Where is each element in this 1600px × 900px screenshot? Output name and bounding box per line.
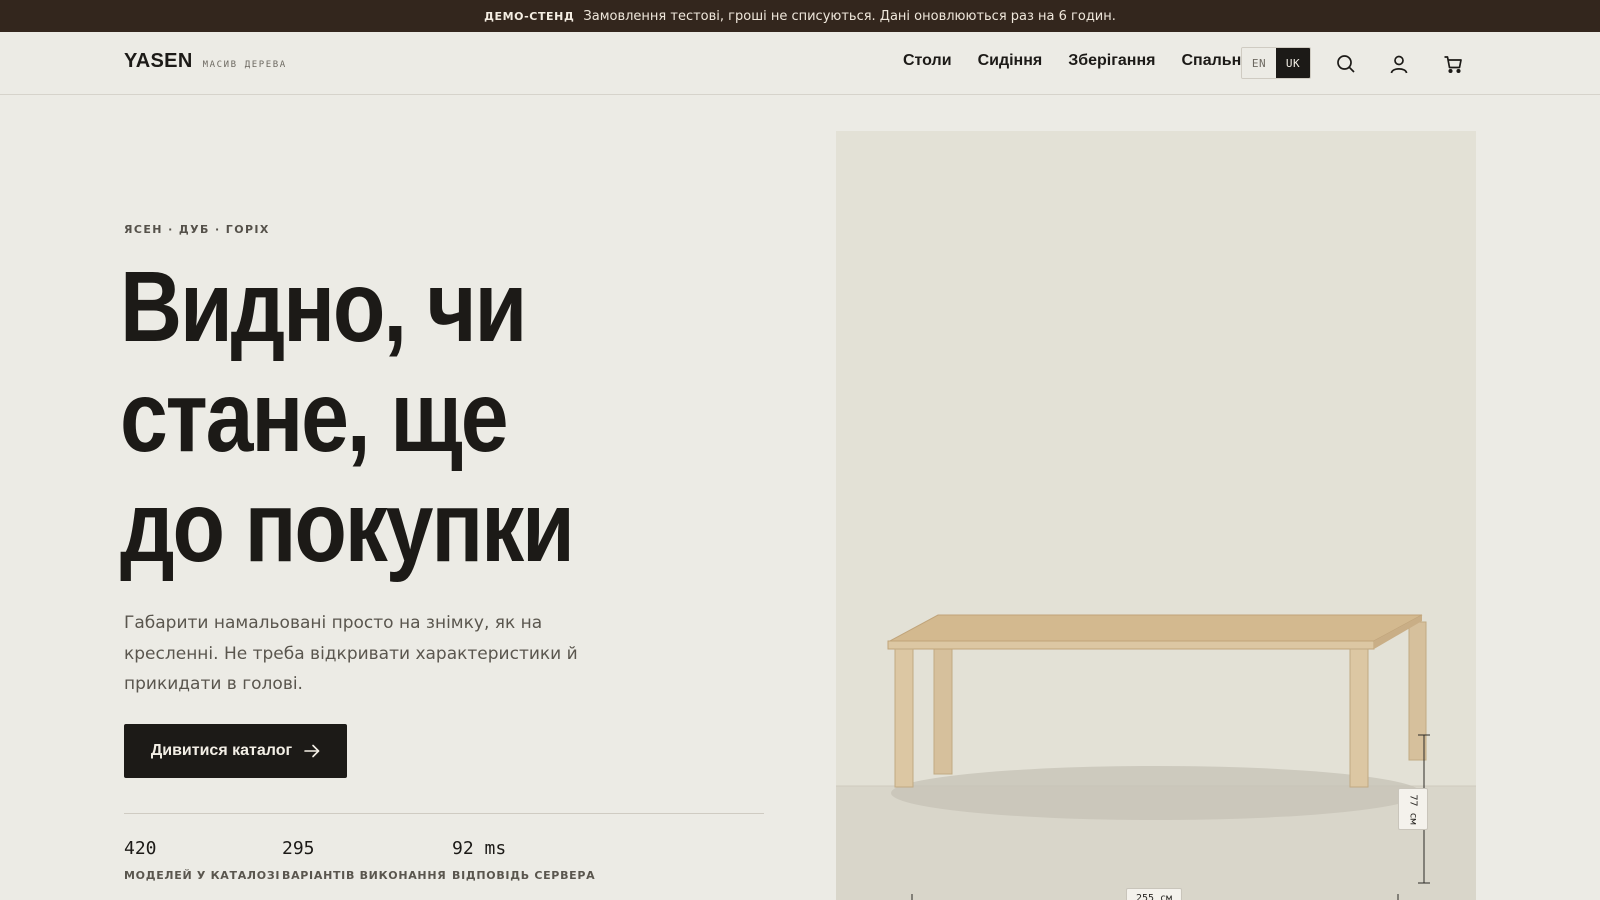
lang-option-uk[interactable]: UK [1276,48,1310,78]
hero-lead: Габарити намальовані просто на знімку, я… [124,613,578,694]
stats-divider [124,813,764,814]
width-dimension-label: 255 см [1126,888,1182,900]
stat-response-time: 92 ms ВІДПОВІДЬ СЕРВЕРА [452,838,595,882]
lang-option-en[interactable]: EN [1242,48,1276,78]
user-icon[interactable] [1388,53,1410,75]
height-dimension-text: 77 см [1407,793,1419,825]
nav-item-tables[interactable]: Столи [903,52,952,70]
hero-title-line: Видно, чи [120,251,527,363]
view-catalog-label: Дивитися каталог [150,742,293,759]
hero-product-image: 77 см 255 см [836,131,1476,900]
stat-value: 420 [124,838,157,859]
hero-title-line: до покупки [120,471,575,583]
demo-badge: ДЕМО-СТЕНД [484,9,575,23]
hero-title-line: стане, ще [120,361,509,473]
logo-tagline: МАСИВ ДЕРЕВА [202,60,287,70]
table-illustration [836,614,1476,900]
cart-icon[interactable] [1442,53,1464,75]
stat-label: ВІДПОВІДЬ СЕРВЕРА [452,869,596,882]
height-dimension-label: 77 см [1398,788,1428,830]
logo-wordmark: YASEN [124,50,193,72]
site-header: YASEN МАСИВ ДЕРЕВА Столи Сидіння Зберіга… [0,32,1600,95]
hero-eyebrow: ЯСЕН · ДУБ · ГОРІХ [124,223,270,236]
stat-label: ВАРІАНТІВ ВИКОНАННЯ [282,869,447,882]
nav-item-seating[interactable]: Сидіння [978,52,1043,70]
language-switcher: EN UK [1241,47,1311,79]
stat-value: 295 [282,838,315,859]
stat-value: 92 ms [452,838,507,859]
stat-label: МОДЕЛЕЙ У КАТАЛОЗІ [124,869,281,882]
view-catalog-button[interactable]: Дивитися каталог [124,724,347,778]
demo-banner-text: Замовлення тестові, гроші не списуються.… [583,8,1116,24]
nav-item-storage[interactable]: Зберігання [1068,52,1155,70]
stat-variants: 295 ВАРІАНТІВ ВИКОНАННЯ [282,838,446,882]
search-icon[interactable] [1335,53,1357,75]
logo[interactable]: YASEN МАСИВ ДЕРЕВА [124,50,287,73]
stat-models: 420 МОДЕЛЕЙ У КАТАЛОЗІ [124,838,280,882]
arrow-right-icon [304,744,320,758]
main-nav: Столи Сидіння Зберігання Спальня [903,52,1251,70]
demo-banner: ДЕМО-СТЕНД Замовлення тестові, гроші не … [0,0,1600,32]
hero-title: Видно, чи стане, ще до покупки [120,252,602,582]
